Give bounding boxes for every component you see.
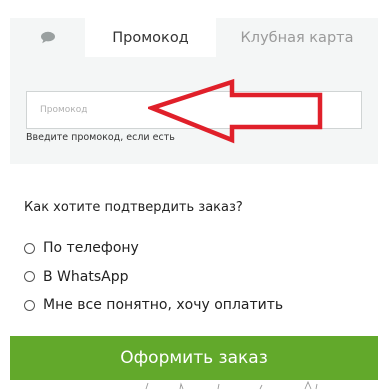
promo-hint: Введите промокод, если есть [26,132,175,143]
radio-button[interactable] [24,271,35,283]
decorative-scribble-icon [145,381,318,390]
option-label: По телефону [43,240,139,257]
confirm-method-title: Как хотите подтвердить заказ? [24,200,243,215]
option-pay-now[interactable]: Мне все понятно, хочу оплатить [24,291,283,320]
checkout-page: Промокод Клубная карта Введите промокод,… [0,0,390,390]
promo-tabs: Промокод Клубная карта [10,18,378,57]
confirm-method-options: По телефону В WhatsApp Мне все понятно, … [24,234,283,320]
tab-club-card[interactable]: Клубная карта [216,18,378,57]
tab-promocode[interactable]: Промокод [85,18,216,57]
tab-promocode-label: Промокод [112,29,189,46]
tab-club-card-label: Клубная карта [240,29,354,46]
option-phone[interactable]: По телефону [24,234,283,263]
promo-panel: Введите промокод, если есть [10,57,378,164]
tab-chat[interactable] [10,18,85,57]
promo-code-input[interactable] [26,91,362,129]
option-label: Мне все понятно, хочу оплатить [43,297,284,314]
option-label: В WhatsApp [43,268,129,285]
radio-button[interactable] [24,299,35,311]
place-order-button[interactable]: Оформить заказ [10,336,378,380]
chat-bubble-icon [40,31,56,44]
radio-button[interactable] [24,242,35,254]
option-whatsapp[interactable]: В WhatsApp [24,263,283,292]
